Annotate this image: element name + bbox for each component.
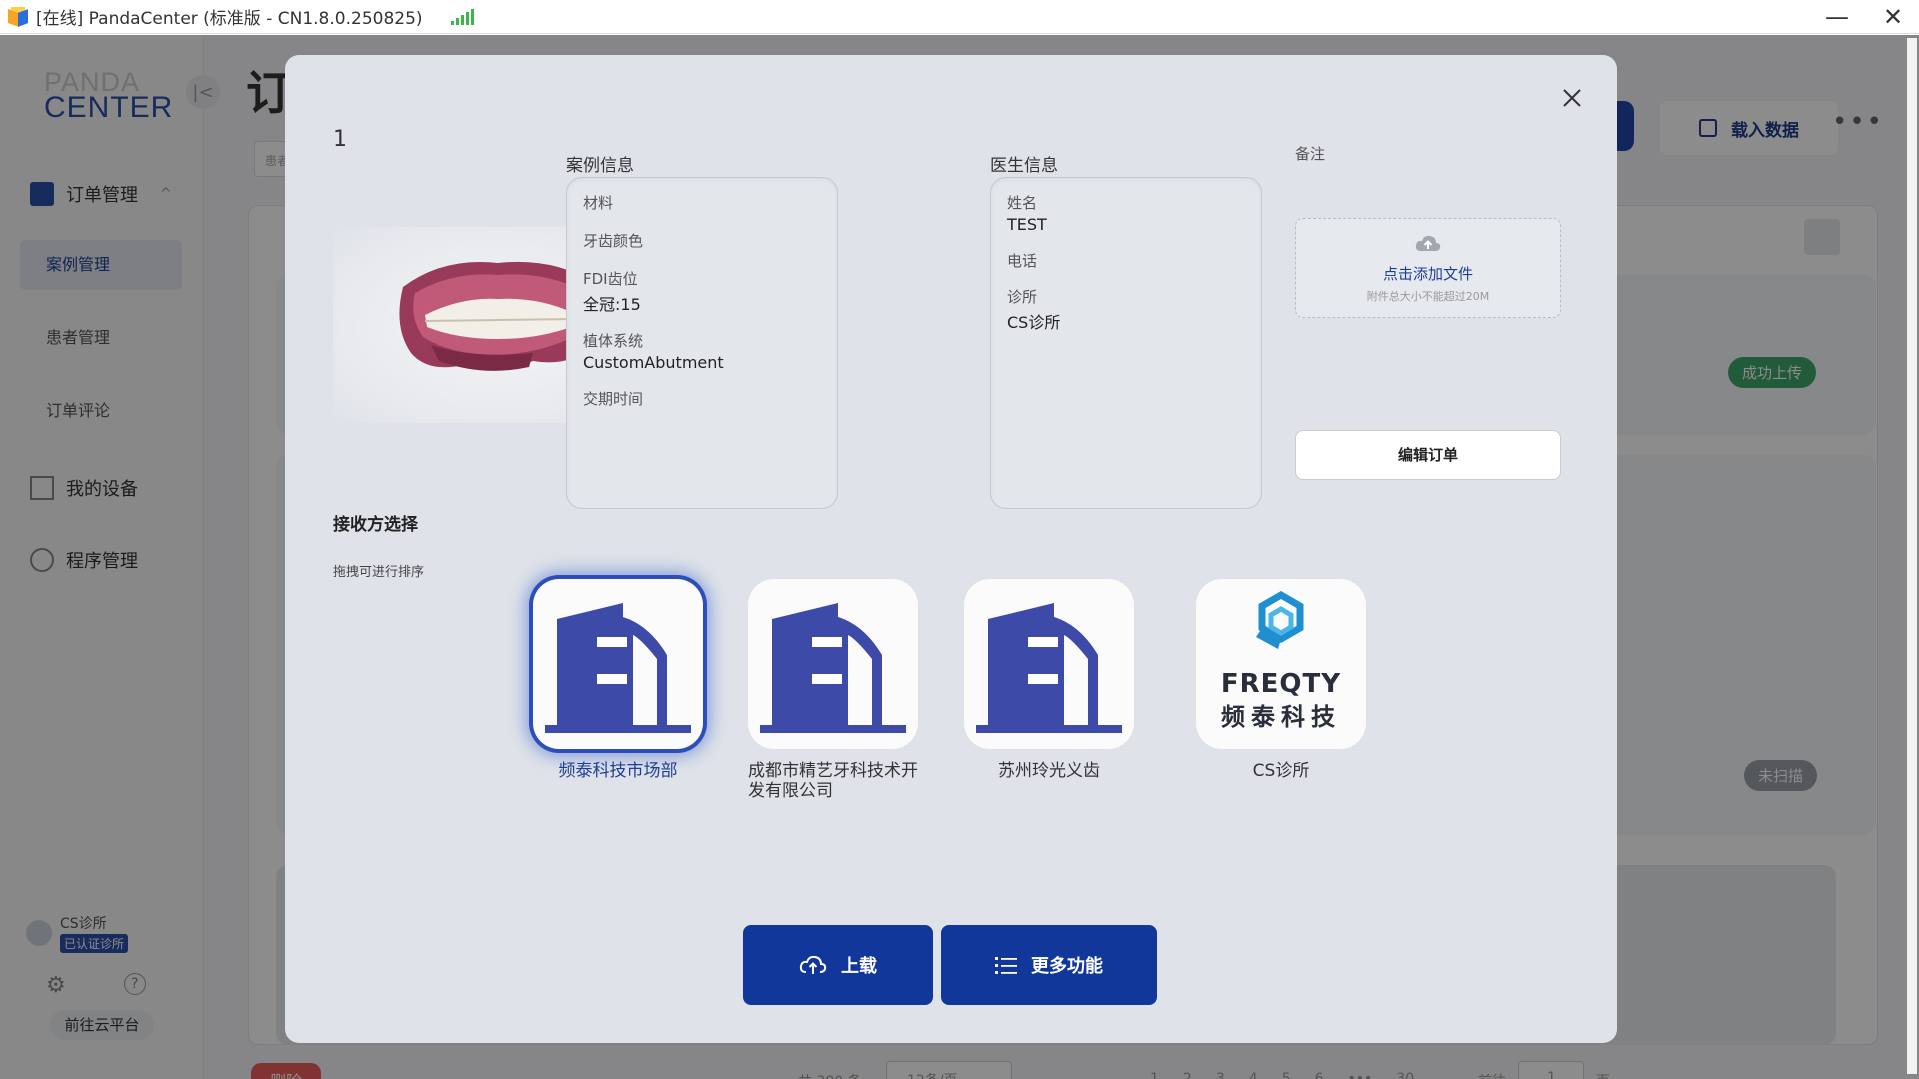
window-titlebar: [在线] PandaCenter (标准版 - CN1.8.0.250825) … [0, 0, 1919, 34]
building-icon [976, 603, 1122, 733]
recipient-name: 成都市精艺牙科技术开发有限公司 [748, 761, 918, 801]
window-scrollbar[interactable] [1907, 38, 1917, 1074]
phone-label: 电话 [1007, 252, 1038, 270]
delivery-time-label: 交期时间 [583, 390, 644, 408]
implant-system-label: 植体系统 [583, 332, 644, 350]
file-size-hint: 附件总大小不能超过20M [1366, 290, 1490, 303]
recipient-name: 苏州玲光义齿 [998, 761, 1100, 781]
case-detail-modal: 1 案例信息 材料 牙齿颜色 FDI齿位 全冠:15 植体系统 CustomAb… [285, 55, 1617, 1043]
remark-label: 备注 [1295, 145, 1326, 163]
fdi-label: FDI齿位 [583, 270, 638, 288]
minimize-button[interactable]: — [1811, 0, 1863, 34]
cloud-upload-icon [1415, 235, 1441, 251]
implant-system-value: CustomAbutment [583, 353, 724, 372]
material-label: 材料 [583, 194, 614, 212]
case-info-box: 材料 牙齿颜色 FDI齿位 全冠:15 植体系统 CustomAbutment … [566, 177, 838, 509]
signal-icon [450, 8, 474, 25]
recipient-name: CS诊所 [1252, 761, 1310, 781]
recipient-tile[interactable] [533, 579, 703, 749]
receiver-drag-hint: 拖拽可进行排序 [333, 565, 425, 580]
add-file-title: 点击添加文件 [1382, 265, 1473, 283]
window-close-button[interactable]: ✕ [1867, 0, 1919, 34]
recipient-chengdu-jingyi[interactable]: 成都市精艺牙科技术开发有限公司 [733, 579, 933, 801]
recipient-tile[interactable] [748, 579, 918, 749]
freqty-logo-en: FREQTY [1220, 669, 1342, 699]
doctor-info-box: 姓名 TEST 电话 诊所 CS诊所 [990, 177, 1262, 509]
modal-close-button[interactable] [1555, 81, 1589, 115]
recipient-suzhou-lingguang[interactable]: 苏州玲光义齿 [949, 579, 1149, 781]
cloud-upload-icon [799, 955, 827, 974]
freqty-logo-icon [1256, 590, 1304, 649]
receiver-section-title: 接收方选择 [333, 515, 418, 535]
freqty-logo-cn: 频泰科技 [1221, 703, 1341, 731]
clinic-value: CS诊所 [1007, 313, 1061, 332]
building-icon [545, 603, 691, 733]
building-icon [760, 603, 906, 733]
window-title: [在线] PandaCenter (标准版 - CN1.8.0.250825) [36, 9, 423, 29]
more-functions-button[interactable]: 更多功能 [941, 925, 1157, 1005]
close-icon [1563, 89, 1581, 107]
doctor-name-value: TEST [1007, 215, 1047, 234]
case-number: 1 [333, 127, 347, 152]
case-info-title: 案例信息 [566, 156, 634, 176]
edit-order-button[interactable]: 编辑订单 [1295, 430, 1561, 480]
recipient-name: 频泰科技市场部 [558, 761, 678, 781]
tooth-color-label: 牙齿颜色 [583, 232, 644, 250]
upload-button[interactable]: 上载 [743, 925, 933, 1005]
recipient-cs-clinic[interactable]: FREQTY 频泰科技 CS诊所 [1181, 579, 1381, 781]
recipient-tile[interactable] [964, 579, 1134, 749]
app-icon [8, 6, 28, 27]
add-file-dropzone[interactable]: 点击添加文件 附件总大小不能超过20M [1295, 218, 1561, 318]
doctor-info-title: 医生信息 [990, 156, 1058, 176]
fdi-value: 全冠:15 [583, 295, 641, 314]
clinic-label: 诊所 [1007, 288, 1038, 306]
recipient-tile[interactable]: FREQTY 频泰科技 [1196, 579, 1366, 749]
recipient-freqty-market[interactable]: 频泰科技市场部 [518, 579, 718, 781]
list-icon [995, 957, 1017, 974]
doctor-name-label: 姓名 [1007, 194, 1038, 212]
